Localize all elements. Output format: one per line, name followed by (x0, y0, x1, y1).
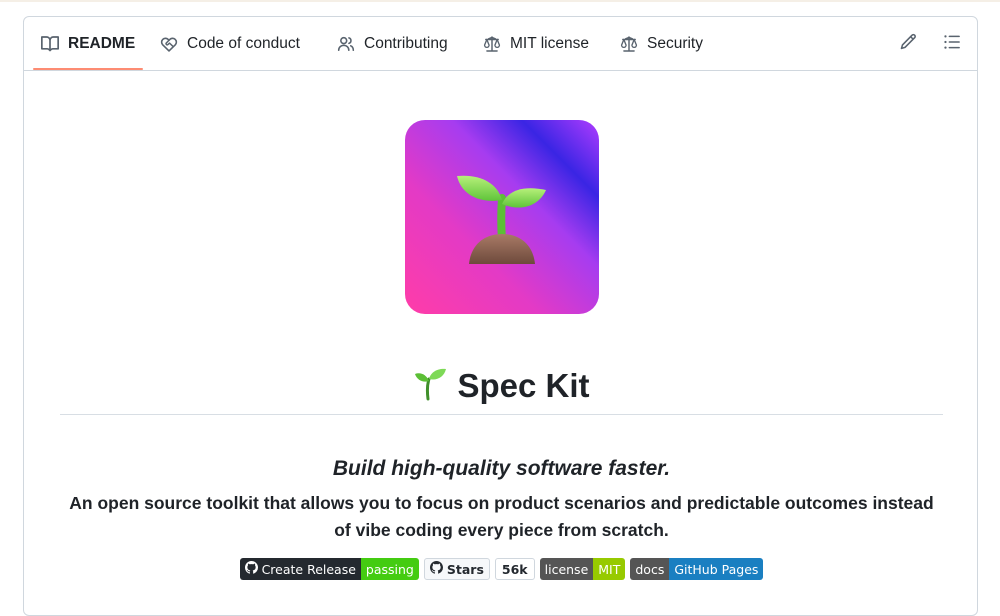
spec-kit-logo (405, 120, 599, 314)
pencil-icon (899, 33, 917, 56)
license-badge[interactable]: license MIT (539, 558, 626, 580)
outline-button[interactable] (942, 34, 962, 54)
license-badge-label: license (539, 558, 594, 580)
release-badge-label: Create Release (261, 561, 356, 577)
readme-title: Spec Kit (60, 357, 943, 415)
stars-badge[interactable]: Stars (423, 558, 490, 580)
tab-readme[interactable]: README (41, 17, 135, 71)
book-icon (41, 35, 59, 53)
github-icon (429, 561, 443, 577)
release-badge-label-seg: Create Release (239, 558, 361, 580)
law-icon (483, 35, 501, 53)
tab-readme-label: README (68, 35, 136, 52)
github-icon (244, 561, 258, 577)
readme-tabbar: README Code of conduct Contributing MIT … (24, 17, 977, 71)
active-tab-indicator (33, 68, 143, 70)
tab-contributing-label: Contributing (364, 35, 448, 52)
tab-security[interactable]: Security (620, 17, 703, 71)
edit-readme-button[interactable] (898, 33, 918, 56)
stars-badge-label: Stars (446, 561, 484, 577)
readme-description: An open source toolkit that allows you t… (69, 493, 934, 540)
tab-security-label: Security (647, 35, 703, 52)
release-badge[interactable]: Create Release passing (239, 558, 419, 580)
tab-code-of-conduct-label: Code of conduct (187, 35, 300, 52)
stars-badge-label-seg: Stars (425, 559, 489, 579)
docs-badge[interactable]: docs GitHub Pages (630, 558, 764, 580)
license-badge-value: MIT (593, 558, 626, 580)
code-of-conduct-icon (160, 35, 178, 53)
docs-badge-label: docs (630, 558, 670, 580)
tab-mit-license[interactable]: MIT license (483, 17, 589, 71)
seedling-icon (413, 365, 447, 406)
readme-card: README Code of conduct Contributing MIT … (23, 16, 978, 616)
tab-contributing[interactable]: Contributing (337, 17, 448, 71)
top-strip (0, 0, 1000, 2)
tab-code-of-conduct[interactable]: Code of conduct (160, 17, 300, 71)
release-badge-status: passing (360, 558, 419, 580)
docs-badge-value: GitHub Pages (669, 558, 764, 580)
readme-title-text: Spec Kit (457, 366, 590, 404)
people-icon (337, 35, 355, 53)
tab-mit-license-label: MIT license (510, 35, 589, 52)
list-unordered-icon (943, 33, 961, 56)
badges-row: Create Release passing Stars 56k license… (24, 558, 979, 580)
readme-tagline: Build high-quality software faster. (332, 457, 671, 480)
law-icon (620, 35, 638, 53)
stars-count: 56k (501, 561, 528, 577)
stars-count-badge[interactable]: 56k (494, 558, 535, 580)
